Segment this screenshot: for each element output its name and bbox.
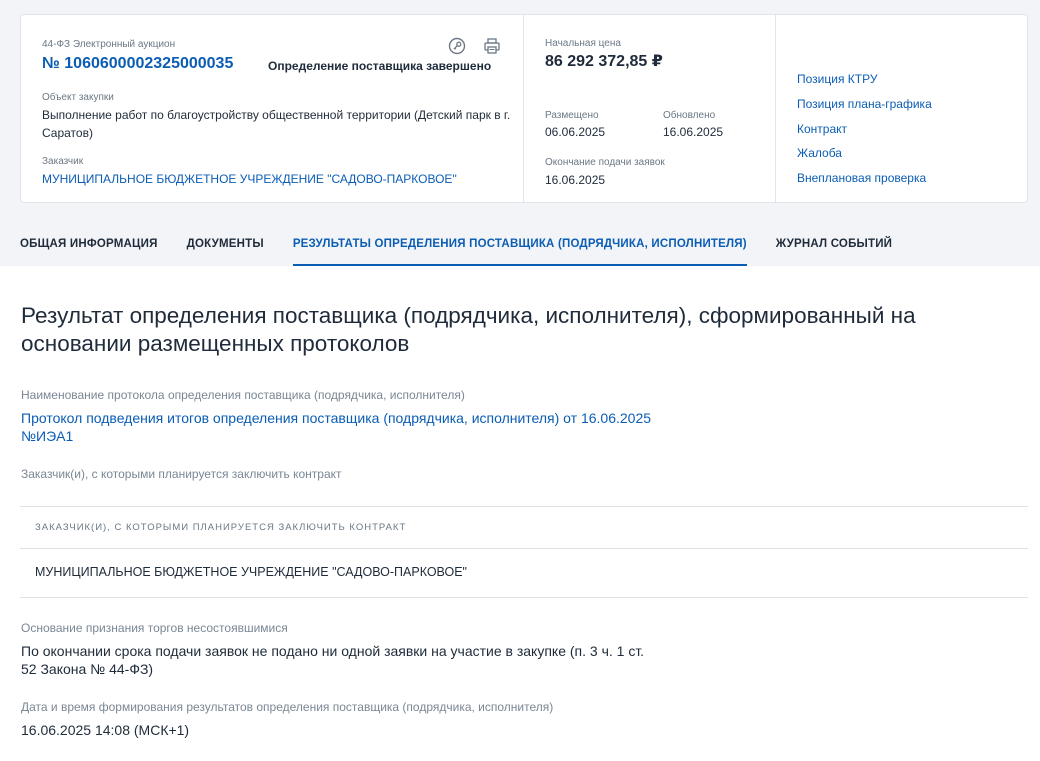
initial-price-value: 86 292 372,85 ₽ xyxy=(545,53,663,70)
placed-date: 06.06.2025 xyxy=(545,125,606,139)
updated-label: Обновлено xyxy=(663,110,716,121)
page-title: Результат определения поставщика (подряд… xyxy=(21,303,916,356)
link-unscheduled-inspection[interactable]: Внеплановая проверка xyxy=(797,166,1017,191)
link-contract[interactable]: Контракт xyxy=(797,117,1017,142)
tab-event-log[interactable]: ЖУРНАЛ СОБЫТИЙ xyxy=(776,226,892,266)
failure-reason-label: Основание признания торгов несостоявшими… xyxy=(21,621,288,635)
protocol-link-line1: Протокол подведения итогов определения п… xyxy=(21,410,652,426)
deadline-date: 16.06.2025 xyxy=(545,173,606,187)
purchase-card: 44-ФЗ Электронный аукцион № 106060000232… xyxy=(20,14,1028,203)
status-text: Определение поставщика завершено xyxy=(268,59,492,73)
customer-link[interactable]: МУНИЦИПАЛЬНОЕ БЮДЖЕТНОЕ УЧРЕЖДЕНИЕ "САДО… xyxy=(42,170,457,188)
result-datetime-label: Дата и время формирования результатов оп… xyxy=(21,700,554,714)
purchase-object-value: Выполнение работ по благоустройству обще… xyxy=(42,108,511,140)
customers-table-header: Заказчик(и), с которыми планируется закл… xyxy=(20,506,1028,549)
protocol-link-line2: №ИЭА1 xyxy=(21,428,74,444)
customer-label: Заказчик xyxy=(42,156,84,167)
protocol-label: Наименование протокола определения поста… xyxy=(21,388,465,402)
related-links: Позиция КТРУ Позиция плана-графика Контр… xyxy=(776,15,1028,202)
failure-reason-line2: 52 Закона № 44-ФЗ) xyxy=(21,661,154,677)
updated-date: 16.06.2025 xyxy=(663,125,724,139)
customers-label: Заказчик(и), с которыми планируется закл… xyxy=(21,467,342,481)
purchase-object-label: Объект закупки xyxy=(42,92,114,103)
initial-price-label: Начальная цена xyxy=(545,38,621,49)
header-zone: 44-ФЗ Электронный аукцион № 106060000232… xyxy=(0,0,1040,266)
protocol-link[interactable]: Протокол подведения итогов определения п… xyxy=(21,409,921,445)
tab-bar: ОБЩАЯ ИНФОРМАЦИЯ ДОКУМЕНТЫ РЕЗУЛЬТАТЫ ОП… xyxy=(20,226,921,266)
link-plan-schedule-position[interactable]: Позиция плана-графика xyxy=(797,92,1017,117)
key-icon[interactable] xyxy=(447,36,467,56)
pricing-info: Начальная цена 86 292 372,85 ₽ Размещено… xyxy=(524,15,776,202)
print-icon[interactable] xyxy=(482,36,502,56)
customers-table: Заказчик(и), с которыми планируется закл… xyxy=(20,506,1028,598)
link-ktru-position[interactable]: Позиция КТРУ xyxy=(797,67,1017,92)
failure-reason-line1: По окончании срока подачи заявок не пода… xyxy=(21,643,645,659)
tab-general-info[interactable]: ОБЩАЯ ИНФОРМАЦИЯ xyxy=(20,226,158,266)
tab-documents[interactable]: ДОКУМЕНТЫ xyxy=(187,226,264,266)
tab-supplier-results[interactable]: РЕЗУЛЬТАТЫ ОПРЕДЕЛЕНИЯ ПОСТАВЩИКА (ПОДРЯ… xyxy=(292,226,747,266)
result-datetime-value: 16.06.2025 14:08 (МСК+1) xyxy=(21,722,190,738)
purchase-main-info: 44-ФЗ Электронный аукцион № 106060000232… xyxy=(21,15,524,202)
failure-reason-value: По окончании срока подачи заявок не пода… xyxy=(21,642,921,678)
law-and-type: 44-ФЗ Электронный аукцион xyxy=(42,39,176,50)
registry-number-link[interactable]: № 1060600002325000035 xyxy=(42,55,233,73)
table-row: МУНИЦИПАЛЬНОЕ БЮДЖЕТНОЕ УЧРЕЖДЕНИЕ "САДО… xyxy=(20,549,1028,598)
link-complaint[interactable]: Жалоба xyxy=(797,141,1017,166)
placed-label: Размещено xyxy=(545,110,599,121)
deadline-label: Окончание подачи заявок xyxy=(545,157,665,168)
